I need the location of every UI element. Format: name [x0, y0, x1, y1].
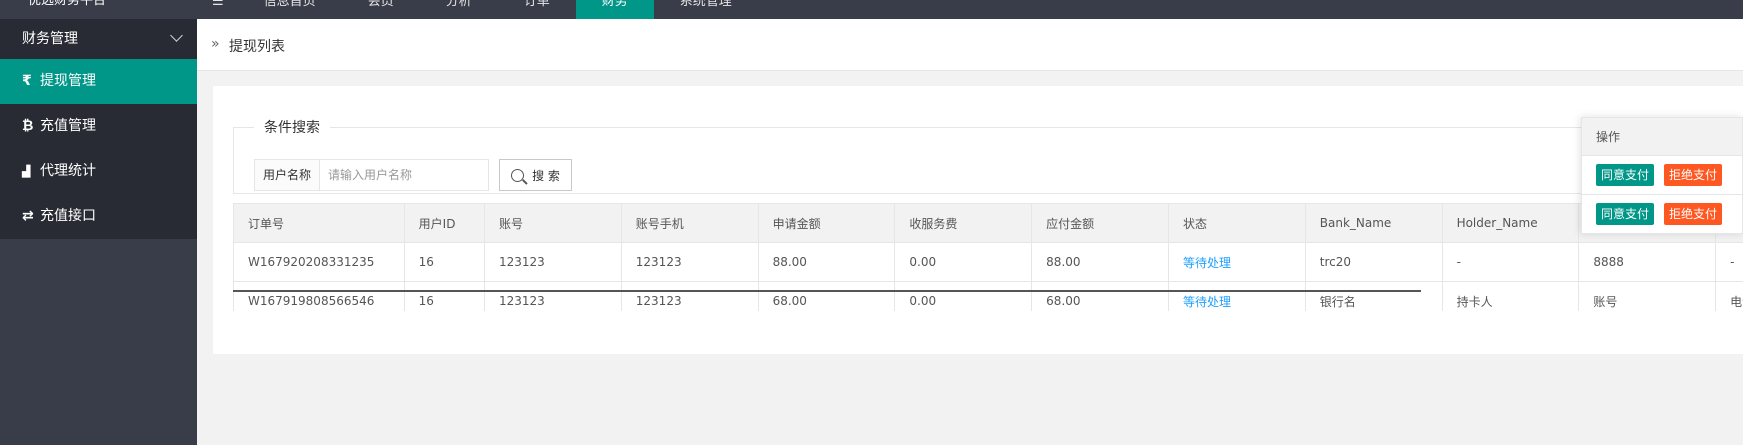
cell-amount: 88.00: [757, 242, 896, 282]
cell-status: 等待处理: [1167, 242, 1306, 282]
sidebar-item-label: 充值接口: [40, 208, 96, 224]
cell-bank-name: trc20: [1304, 242, 1443, 282]
sidebar-item-agent-stats[interactable]: ▟ 代理统计: [0, 149, 197, 194]
sidebar-item-recharge[interactable]: ₿ 充值管理: [0, 104, 197, 149]
search-fieldset: 条件搜索 用户名称 搜 索: [233, 117, 1743, 194]
sidebar-group-finance[interactable]: 财务管理: [0, 19, 197, 59]
reject-pay-button[interactable]: 拒绝支付: [1664, 164, 1723, 186]
breadcrumb-current[interactable]: 提现列表: [229, 36, 285, 56]
sidebar-submenu: ₹ 提现管理 ₿ 充值管理 ▟ 代理统计 ⇄ 充值接口: [0, 59, 197, 239]
cell-account-number: 8888: [1578, 242, 1717, 282]
cell-fee: 0.00: [894, 242, 1033, 282]
breadcrumb: » 提现列表: [197, 19, 1743, 71]
cell-account-phone: 123123: [620, 281, 759, 311]
nav-item-members[interactable]: 会员: [342, 0, 420, 19]
cell-holder-name: 持卡人: [1441, 281, 1580, 311]
cell-fee: 0.00: [894, 281, 1033, 311]
search-row: 用户名称 搜 索: [254, 159, 573, 191]
username-label: 用户名称: [254, 159, 321, 191]
withdraw-table: 订单号 用户ID 账号 账号手机 申请金额 收服务费 应付金额 状态 Bank_…: [233, 203, 1743, 311]
sidebar-item-label: 提现管理: [40, 73, 96, 89]
search-legend: 条件搜索: [264, 120, 320, 136]
main-card: 条件搜索 用户名称 搜 索 订单号 用户ID 账号 账号手机: [213, 86, 1743, 354]
top-header: 优选财务平台 ☰ 信息首页 会员 分析 订单 财务 系统管理: [0, 0, 1743, 19]
table-row[interactable]: W167920208331235 16 123123 123123 88.00 …: [233, 242, 1743, 282]
cell-user-id: 16: [403, 281, 485, 311]
sidebar-group-label: 财务管理: [22, 31, 78, 47]
top-nav: ☰ 信息首页 会员 分析 订单 财务 系统管理: [198, 0, 758, 19]
col-header-payable[interactable]: 应付金额: [1031, 203, 1169, 243]
exchange-icon: ⇄: [22, 208, 34, 224]
reject-pay-button[interactable]: 拒绝支付: [1664, 203, 1723, 225]
cell-account: 123123: [483, 242, 622, 282]
chevron-down-icon: [170, 29, 183, 42]
nav-item-home[interactable]: 信息首页: [238, 0, 342, 19]
action-row: 同意支付 拒绝支付: [1581, 195, 1743, 234]
cell-status: 等待处理: [1167, 281, 1306, 311]
horizontal-scrollbar[interactable]: [233, 290, 1421, 292]
cell-account-phone: 123123: [620, 242, 759, 282]
brand-title: 优选财务平台: [28, 0, 107, 8]
action-column: 操作 同意支付 拒绝支付 同意支付 拒绝支付: [1581, 117, 1743, 234]
col-header-holder-name[interactable]: Holder_Name: [1441, 203, 1580, 243]
col-header-amount[interactable]: 申请金额: [757, 203, 896, 243]
cell-order-no: W167919808566546: [233, 281, 405, 311]
col-header-bank-name[interactable]: Bank_Name: [1304, 203, 1443, 243]
sidebar-item-label: 代理统计: [40, 163, 96, 179]
col-header-status[interactable]: 状态: [1167, 203, 1306, 243]
nav-menu-toggle-icon[interactable]: ☰: [198, 0, 238, 19]
col-header-actions: 操作: [1581, 117, 1743, 156]
cell-holder-name: -: [1441, 242, 1580, 282]
col-header-user-id[interactable]: 用户ID: [403, 203, 485, 243]
sidebar-item-label: 充值管理: [40, 118, 96, 134]
approve-pay-button[interactable]: 同意支付: [1596, 203, 1655, 225]
search-button[interactable]: 搜 索: [499, 159, 573, 191]
search-button-label: 搜 索: [532, 168, 560, 183]
col-header-fee[interactable]: 收服务费: [894, 203, 1033, 243]
nav-item-system[interactable]: 系统管理: [654, 0, 758, 19]
bitcoin-icon: ₿: [22, 118, 34, 134]
table-header-row: 订单号 用户ID 账号 账号手机 申请金额 收服务费 应付金额 状态 Bank_…: [233, 203, 1743, 243]
nav-item-finance[interactable]: 财务: [575, 0, 654, 19]
cell-order-no: W167920208331235: [233, 242, 405, 282]
table-row[interactable]: W167919808566546 16 123123 123123 68.00 …: [233, 281, 1743, 311]
username-input[interactable]: [320, 159, 490, 191]
cell-phone: 电话: [1715, 281, 1743, 311]
approve-pay-button[interactable]: 同意支付: [1596, 164, 1655, 186]
nav-item-orders[interactable]: 订单: [498, 0, 576, 19]
cell-bank-name: 银行名: [1304, 281, 1443, 311]
cell-payable: 88.00: [1031, 242, 1169, 282]
area-chart-icon: ▟: [22, 165, 31, 178]
sidebar: 财务管理 ₹ 提现管理 ₿ 充值管理 ▟ 代理统计 ⇄ 充值接口: [0, 19, 197, 445]
nav-item-analysis[interactable]: 分析: [420, 0, 498, 19]
rupee-icon: ₹: [22, 73, 32, 89]
action-row: 同意支付 拒绝支付: [1581, 156, 1743, 195]
col-header-order-no[interactable]: 订单号: [233, 203, 405, 243]
cell-user-id: 16: [403, 242, 485, 282]
col-header-account[interactable]: 账号: [483, 203, 622, 243]
cell-payable: 68.00: [1031, 281, 1169, 311]
search-icon: [511, 168, 525, 182]
withdraw-table-wrap: 订单号 用户ID 账号 账号手机 申请金额 收服务费 应付金额 状态 Bank_…: [233, 203, 1743, 311]
cell-phone: -: [1715, 242, 1743, 282]
sidebar-item-withdraw[interactable]: ₹ 提现管理: [0, 59, 197, 104]
col-header-account-phone[interactable]: 账号手机: [620, 203, 759, 243]
cell-account: 123123: [483, 281, 622, 311]
cell-amount: 68.00: [757, 281, 896, 311]
double-chevron-right-icon: »: [211, 36, 220, 52]
cell-account-number: 账号: [1578, 281, 1717, 311]
sidebar-item-recharge-api[interactable]: ⇄ 充值接口: [0, 194, 197, 239]
